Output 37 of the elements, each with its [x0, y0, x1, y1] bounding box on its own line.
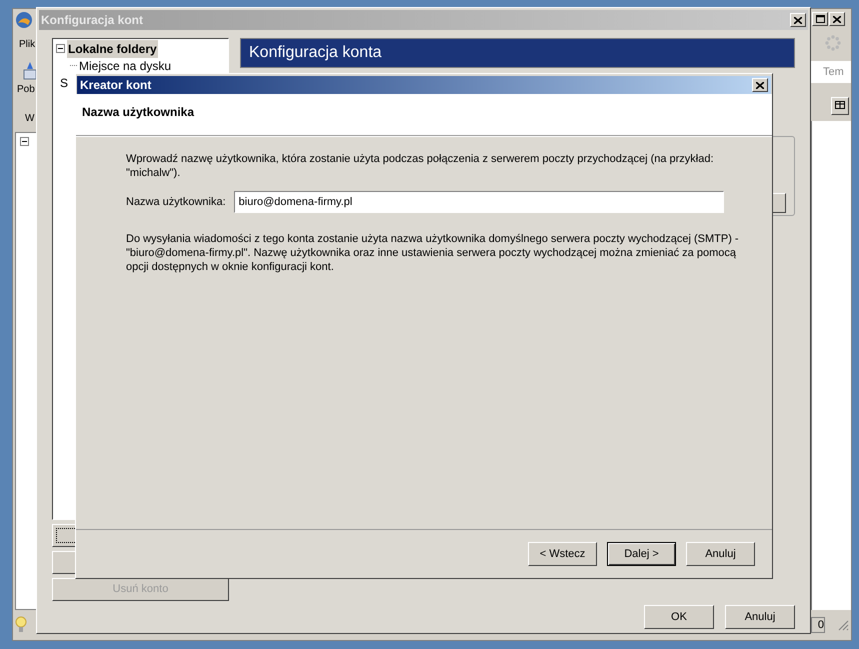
- collapse-icon[interactable]: [56, 44, 65, 53]
- close-button[interactable]: [790, 13, 806, 27]
- wizard-button[interactable]: Dalej >: [607, 542, 676, 566]
- view-button[interactable]: [831, 97, 849, 115]
- intro-text: Wprowadź nazwę użytkownika, która zostanie użyta podczas połączenia z serwerem poczty przychodzącej (na przykład: "michalw").: [126, 152, 715, 180]
- close-button[interactable]: [752, 78, 768, 92]
- wizard-header: Nazwa użytkownika: [76, 94, 772, 136]
- close-button[interactable]: [829, 12, 845, 26]
- table-icon: [835, 101, 845, 111]
- menu-item[interactable]: Plik: [19, 37, 36, 52]
- dialog-button[interactable]: OK: [644, 605, 714, 629]
- spinner-icon: [825, 35, 841, 51]
- lightbulb-icon: [15, 616, 27, 634]
- username-field[interactable]: biuro@domena-firmy.pl: [234, 191, 724, 213]
- maximize-icon: [816, 15, 824, 23]
- field-label: Nazwa użytkownika:: [126, 194, 226, 210]
- status-text: 0: [811, 617, 825, 633]
- close-icon: [756, 82, 764, 88]
- column-label: W: [25, 112, 34, 126]
- window-title: Kreator kont: [80, 77, 152, 94]
- wizard-button[interactable]: Anuluj: [686, 542, 755, 566]
- resize-grip-icon[interactable]: [837, 619, 849, 631]
- tree-item[interactable]: Miejsce na dysku: [78, 56, 172, 74]
- note-text: Do wysyłania wiadomości z tego konta zostanie użyta nazwa użytkownika domyślnego serwera poczty wychodzącej (SMTP) - "biuro@domena-firmy.pl". Nazwę użytkownika oraz inne ustawienia serwera poczty wychodzącej można zmieniać za pomocą opcji dostępnych w oknie konfiguracji kont.: [126, 232, 740, 274]
- app-icon: [15, 11, 33, 29]
- dialog-button[interactable]: Anuluj: [725, 605, 795, 629]
- wizard-button[interactable]: < Wstecz: [528, 542, 597, 566]
- window-title: Konfiguracja kont: [41, 12, 144, 29]
- maximize-button[interactable]: [812, 12, 828, 26]
- tree-item[interactable]: S: [59, 74, 70, 92]
- close-icon: [794, 16, 802, 24]
- close-icon: [833, 16, 841, 22]
- page-header: Konfiguracja konta: [240, 38, 795, 68]
- download-icon: [23, 62, 37, 82]
- toolbar-button[interactable]: Pob: [17, 82, 35, 97]
- tree-item[interactable]: Lokalne foldery: [67, 40, 158, 58]
- collapse-icon[interactable]: [20, 137, 29, 146]
